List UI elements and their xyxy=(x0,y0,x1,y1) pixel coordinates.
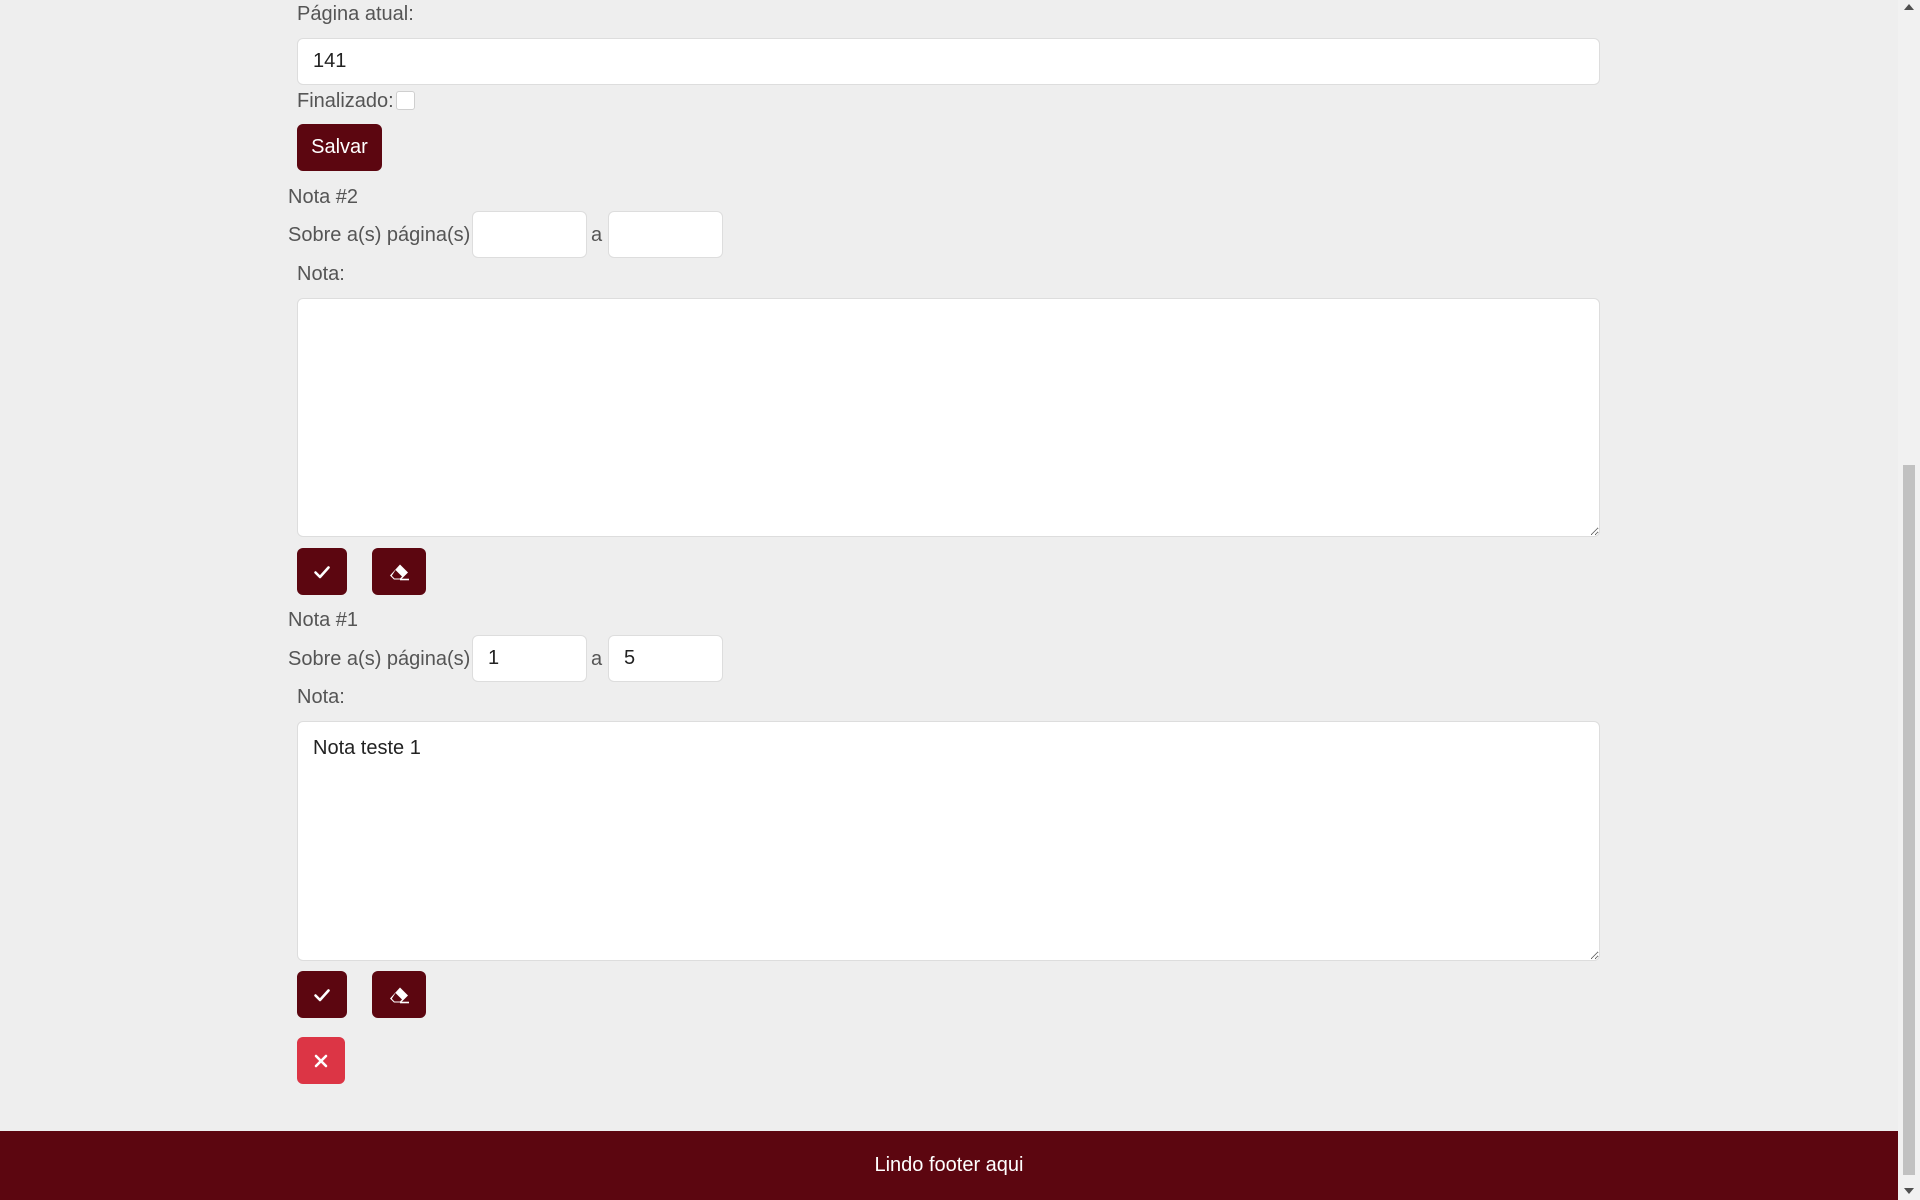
close-icon xyxy=(314,1054,328,1067)
note-textarea[interactable]: Nota teste 1 xyxy=(297,721,1600,961)
save-button[interactable]: Salvar xyxy=(297,124,382,171)
page: Página atual: Finalizado: Salvar Nota #2… xyxy=(0,0,1920,1200)
current-page-label: Página atual: xyxy=(297,3,414,25)
check-icon xyxy=(314,988,330,1001)
clear-note-button[interactable] xyxy=(372,971,426,1018)
scroll-up-arrow-icon[interactable] xyxy=(1904,4,1914,10)
check-icon xyxy=(314,565,330,578)
note-textarea[interactable] xyxy=(297,298,1600,537)
note-pages-label: Sobre a(s) página(s): xyxy=(288,648,476,670)
page-range-separator: a xyxy=(591,648,603,670)
note-from-page-input[interactable] xyxy=(472,635,587,682)
footer-text: Lindo footer aqui xyxy=(874,1154,1024,1176)
finished-checkbox[interactable] xyxy=(396,91,415,110)
page-range-separator: a xyxy=(591,224,603,246)
note-label: Nota: xyxy=(297,686,345,708)
delete-button[interactable] xyxy=(297,1037,345,1084)
main-content: Página atual: Finalizado: Salvar Nota #2… xyxy=(0,0,1898,1131)
note-title: Nota #2 xyxy=(288,186,359,208)
note-to-page-input[interactable] xyxy=(608,211,723,258)
vertical-scrollbar[interactable] xyxy=(1898,0,1920,1200)
current-page-input[interactable] xyxy=(297,38,1600,85)
note-from-page-input[interactable] xyxy=(472,211,587,258)
clear-note-button[interactable] xyxy=(372,548,426,595)
note-label: Nota: xyxy=(297,263,345,285)
confirm-note-button[interactable] xyxy=(297,548,347,595)
eraser-icon xyxy=(390,564,409,580)
confirm-note-button[interactable] xyxy=(297,971,347,1018)
scroll-down-arrow-icon[interactable] xyxy=(1904,1188,1914,1194)
scrollbar-thumb[interactable] xyxy=(1903,465,1915,1175)
footer: Lindo footer aqui xyxy=(0,1131,1898,1200)
note-pages-label: Sobre a(s) página(s): xyxy=(288,224,476,246)
note-to-page-input[interactable] xyxy=(608,635,723,682)
note-title: Nota #1 xyxy=(288,609,359,631)
eraser-icon xyxy=(390,987,409,1003)
finished-label: Finalizado: xyxy=(297,90,394,112)
